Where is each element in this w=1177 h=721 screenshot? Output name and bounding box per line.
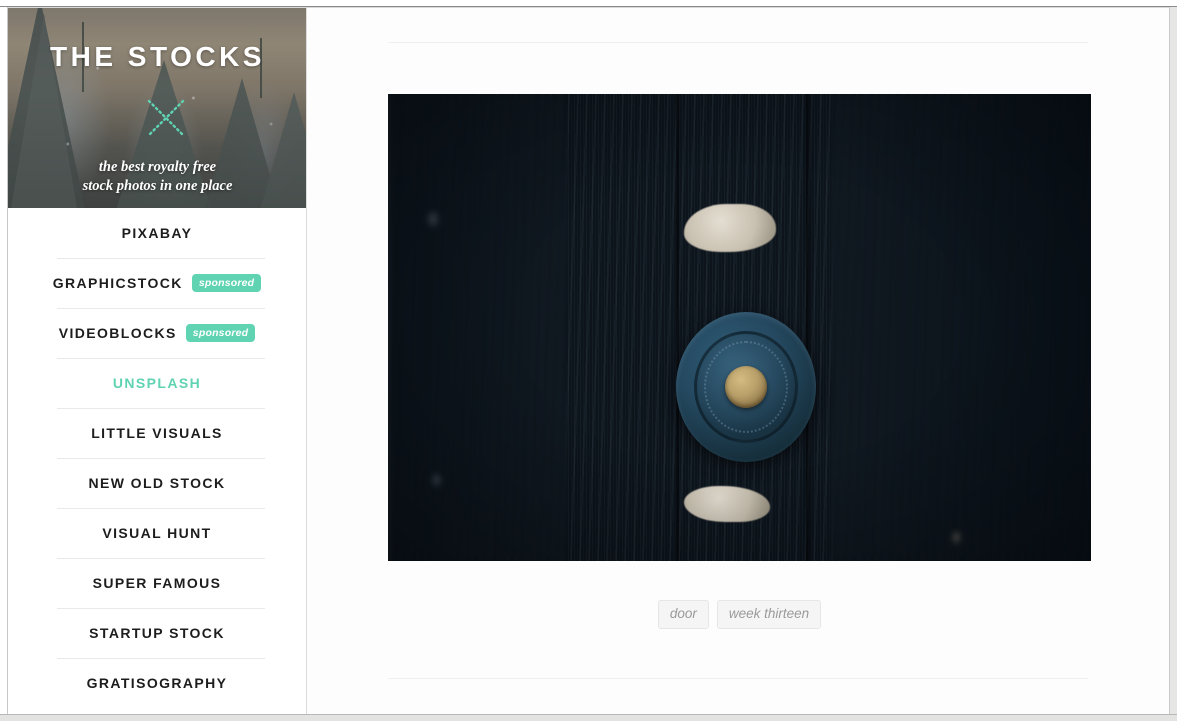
browser-viewport: THE STOCKS the best royalty free stock p… xyxy=(0,0,1177,721)
sidebar-item-unsplash[interactable]: UNSPLASH xyxy=(8,358,306,408)
photo-tag[interactable]: door xyxy=(657,600,709,629)
sidebar: THE STOCKS the best royalty free stock p… xyxy=(8,8,307,714)
sidebar-item-gratisography[interactable]: GRATISOGRAPHY xyxy=(8,658,306,708)
sidebar-item-label: GRAPHICSTOCK xyxy=(52,275,183,291)
content-divider-top xyxy=(388,42,1088,43)
sidebar-item-visual-hunt[interactable]: VISUAL HUNT xyxy=(8,508,306,558)
window-chrome-bottom xyxy=(0,714,1177,721)
sidebar-item-pixabay[interactable]: PIXABAY xyxy=(8,208,306,258)
main-content: door week thirteen xyxy=(308,8,1169,714)
x-mark-icon xyxy=(147,99,185,137)
sidebar-item-startup-stock[interactable]: STARTUP STOCK xyxy=(8,608,306,658)
sidebar-item-little-visuals[interactable]: LITTLE VISUALS xyxy=(8,408,306,458)
photo-tag-row: door week thirteen xyxy=(388,600,1091,629)
sidebar-item-label: UNSPLASH xyxy=(112,375,202,391)
sidebar-item-new-old-stock[interactable]: NEW OLD STOCK xyxy=(8,458,306,508)
sidebar-item-label: VIDEOBLOCKS xyxy=(58,325,177,341)
sidebar-item-label: GRATISOGRAPHY xyxy=(86,675,228,691)
stock-photo[interactable] xyxy=(388,94,1091,561)
site-title: THE STOCKS xyxy=(50,41,265,72)
window-chrome-right xyxy=(1169,7,1177,721)
tagline-line-1: the best royalty free xyxy=(98,159,217,175)
sidebar-item-label: NEW OLD STOCK xyxy=(88,475,226,491)
sidebar-item-label: PIXABAY xyxy=(121,225,193,241)
window-chrome-top xyxy=(0,0,1177,7)
page-canvas: THE STOCKS the best royalty free stock p… xyxy=(8,8,1169,714)
photo-tag[interactable]: week thirteen xyxy=(716,600,822,629)
sidebar-item-super-famous[interactable]: SUPER FAMOUS xyxy=(8,558,306,608)
content-divider-bottom xyxy=(388,678,1088,679)
sidebar-item-label: LITTLE VISUALS xyxy=(91,425,223,441)
sidebar-item-graphicstock[interactable]: GRAPHICSTOCK sponsored xyxy=(8,258,306,308)
sponsored-badge: sponsored xyxy=(185,323,256,343)
site-nav-list: PIXABAY GRAPHICSTOCK sponsored VIDEOBLOCKS s… xyxy=(8,208,306,708)
site-header-banner: THE STOCKS the best royalty free stock p… xyxy=(8,8,306,208)
sidebar-item-label: STARTUP STOCK xyxy=(89,625,225,641)
sidebar-item-videoblocks[interactable]: VIDEOBLOCKS sponsored xyxy=(8,308,306,358)
sidebar-item-label: VISUAL HUNT xyxy=(102,525,212,541)
photo-vignette xyxy=(388,94,1091,561)
site-tagline: the best royalty free stock photos in on… xyxy=(8,158,306,196)
tagline-line-2: stock photos in one place xyxy=(82,178,233,194)
photo-card xyxy=(388,94,1091,561)
window-chrome-left xyxy=(0,7,8,721)
sidebar-item-label: SUPER FAMOUS xyxy=(92,575,222,591)
sponsored-badge: sponsored xyxy=(191,273,262,293)
